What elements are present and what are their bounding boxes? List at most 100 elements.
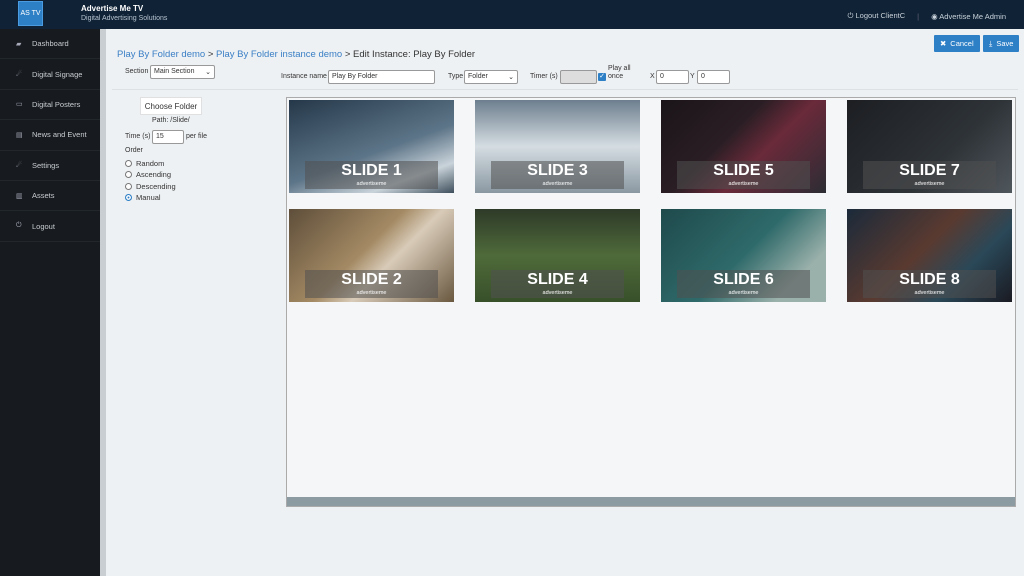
logout-label: Logout ClientC: [856, 11, 906, 20]
user-name: Advertise Me Admin: [939, 12, 1006, 21]
slide-thumbnail[interactable]: SLIDE 7advertiseme: [847, 100, 1012, 193]
cancel-label: Cancel: [950, 39, 973, 48]
dashboard-icon: ▰: [16, 40, 24, 48]
slide-title: SLIDE 7: [863, 161, 996, 181]
slide-title: SLIDE 6: [677, 270, 810, 290]
slide-caption: SLIDE 8advertiseme: [863, 270, 996, 298]
sidebar-item-label: News and Event: [32, 130, 87, 139]
radio-button[interactable]: [125, 160, 132, 167]
chevron-down-icon: ⌄: [205, 68, 211, 76]
order-radio-random[interactable]: Random: [125, 159, 164, 168]
slide-brand-logo: advertiseme: [491, 181, 624, 187]
type-label: Type: [448, 73, 463, 80]
breadcrumb-sep: >: [205, 49, 216, 60]
slide-caption: SLIDE 3advertiseme: [491, 161, 624, 189]
order-radio-manual[interactable]: Manual: [125, 193, 161, 202]
divider: |: [917, 12, 919, 21]
app-title: Advertise Me TV: [81, 4, 167, 13]
settings-icon: ☄: [16, 161, 24, 169]
choose-folder-button[interactable]: Choose Folder: [140, 97, 202, 115]
instance-name-input[interactable]: Play By Folder: [328, 70, 435, 84]
x-input[interactable]: 0: [656, 70, 689, 84]
time-label: Time (s): [125, 133, 150, 140]
slide-brand-logo: advertiseme: [863, 290, 996, 296]
poster-icon: ▭: [16, 100, 24, 108]
top-bar: AS TV Advertise Me TVDigital Advertising…: [0, 0, 1024, 29]
breadcrumb-link-demo[interactable]: Play By Folder demo: [117, 49, 205, 60]
x-label: X: [650, 73, 655, 80]
order-radio-ascending[interactable]: Ascending: [125, 170, 171, 179]
sidebar-item-logout[interactable]: ⏻Logout: [0, 211, 100, 241]
slide-thumbnail[interactable]: SLIDE 1advertiseme: [289, 100, 454, 193]
timer-label: Timer (s): [530, 73, 558, 80]
slide-title: SLIDE 8: [863, 270, 996, 290]
per-file-label: per file: [186, 133, 207, 140]
radio-button[interactable]: [125, 183, 132, 190]
app-logo[interactable]: AS TV: [18, 1, 43, 26]
sidebar-item-digital-signage[interactable]: ☄Digital Signage: [0, 59, 100, 89]
slide-thumbnail[interactable]: SLIDE 5advertiseme: [661, 100, 826, 193]
slide-title: SLIDE 1: [305, 161, 438, 181]
radio-label: Descending: [136, 182, 176, 191]
slide-brand-logo: advertiseme: [305, 181, 438, 187]
slide-caption: SLIDE 2advertiseme: [305, 270, 438, 298]
instance-name-label: Instance name: [281, 73, 327, 80]
radio-label: Random: [136, 159, 164, 168]
slide-title: SLIDE 5: [677, 161, 810, 181]
slide-caption: SLIDE 5advertiseme: [677, 161, 810, 189]
sidebar-scrollbar[interactable]: [100, 29, 106, 576]
slide-caption: SLIDE 4advertiseme: [491, 270, 624, 298]
sidebar-item-label: Settings: [32, 161, 59, 170]
order-label: Order: [125, 147, 143, 154]
radio-button[interactable]: [125, 171, 132, 178]
slide-thumbnail[interactable]: SLIDE 4advertiseme: [475, 209, 640, 302]
sidebar-item-label: Digital Signage: [32, 70, 82, 79]
sidebar-item-digital-posters[interactable]: ▭Digital Posters: [0, 90, 100, 120]
save-label: Save: [996, 39, 1013, 48]
sidebar-item-assets[interactable]: ▥ Assets: [0, 181, 100, 211]
slide-brand-logo: advertiseme: [677, 290, 810, 296]
section-value: Main Section: [154, 68, 194, 75]
save-icon: ⤓: [989, 39, 992, 49]
play-all-once-label: Play all once: [608, 65, 636, 81]
breadcrumb-sep: >: [342, 49, 353, 60]
play-all-once-checkbox[interactable]: ✓: [598, 73, 606, 81]
sidebar-item-news-and-event[interactable]: ▤ News and Event: [0, 120, 100, 150]
slide-grid: SLIDE 1advertisemeSLIDE 3advertisemeSLID…: [286, 97, 1016, 507]
save-button[interactable]: ⤓ Save: [983, 35, 1019, 52]
radio-label: Manual: [136, 193, 161, 202]
slide-thumbnail[interactable]: SLIDE 6advertiseme: [661, 209, 826, 302]
sidebar-item-label: Assets: [32, 191, 55, 200]
sidebar-item-settings[interactable]: ☄ Settings: [0, 151, 100, 181]
slide-title: SLIDE 2: [305, 270, 438, 290]
y-input[interactable]: 0: [697, 70, 730, 84]
slide-thumbnail[interactable]: SLIDE 3advertiseme: [475, 100, 640, 193]
sidebar-item-dashboard[interactable]: ▰Dashboard: [0, 29, 100, 59]
user-icon: ◉: [931, 12, 938, 21]
logout-client-link[interactable]: ⏻ Logout ClientC: [847, 11, 905, 21]
chevron-down-icon: ⌄: [508, 73, 514, 81]
breadcrumb-link-instance-demo[interactable]: Play By Folder instance demo: [216, 49, 342, 60]
section-select[interactable]: Main Section ⌄: [150, 65, 215, 79]
power-icon: ⏻: [847, 11, 853, 20]
slide-title: SLIDE 4: [491, 270, 624, 290]
order-radio-descending[interactable]: Descending: [125, 182, 176, 191]
timer-input[interactable]: [560, 70, 597, 84]
radio-button[interactable]: [125, 194, 132, 201]
slide-caption: SLIDE 1advertiseme: [305, 161, 438, 189]
sidebar: ▰Dashboard☄Digital Signage▭Digital Poste…: [0, 29, 100, 576]
slide-brand-logo: advertiseme: [677, 181, 810, 187]
cancel-button[interactable]: ✖Cancel: [934, 35, 980, 52]
horizontal-scrollbar[interactable]: [287, 497, 1015, 506]
breadcrumb: Play By Folder demo > Play By Folder ins…: [117, 49, 475, 60]
slide-thumbnail[interactable]: SLIDE 8advertiseme: [847, 209, 1012, 302]
slide-thumbnail[interactable]: SLIDE 2advertiseme: [289, 209, 454, 302]
type-select[interactable]: Folder ⌄: [464, 70, 518, 84]
slide-title: SLIDE 3: [491, 161, 624, 181]
folder-path: Path: /Slide/: [152, 117, 190, 124]
user-menu[interactable]: ◉ Advertise Me Admin: [931, 12, 1006, 21]
type-value: Folder: [468, 73, 488, 80]
news-icon: ▤: [16, 131, 24, 139]
assets-icon: ▥: [16, 192, 24, 200]
time-input[interactable]: 15: [152, 130, 184, 144]
